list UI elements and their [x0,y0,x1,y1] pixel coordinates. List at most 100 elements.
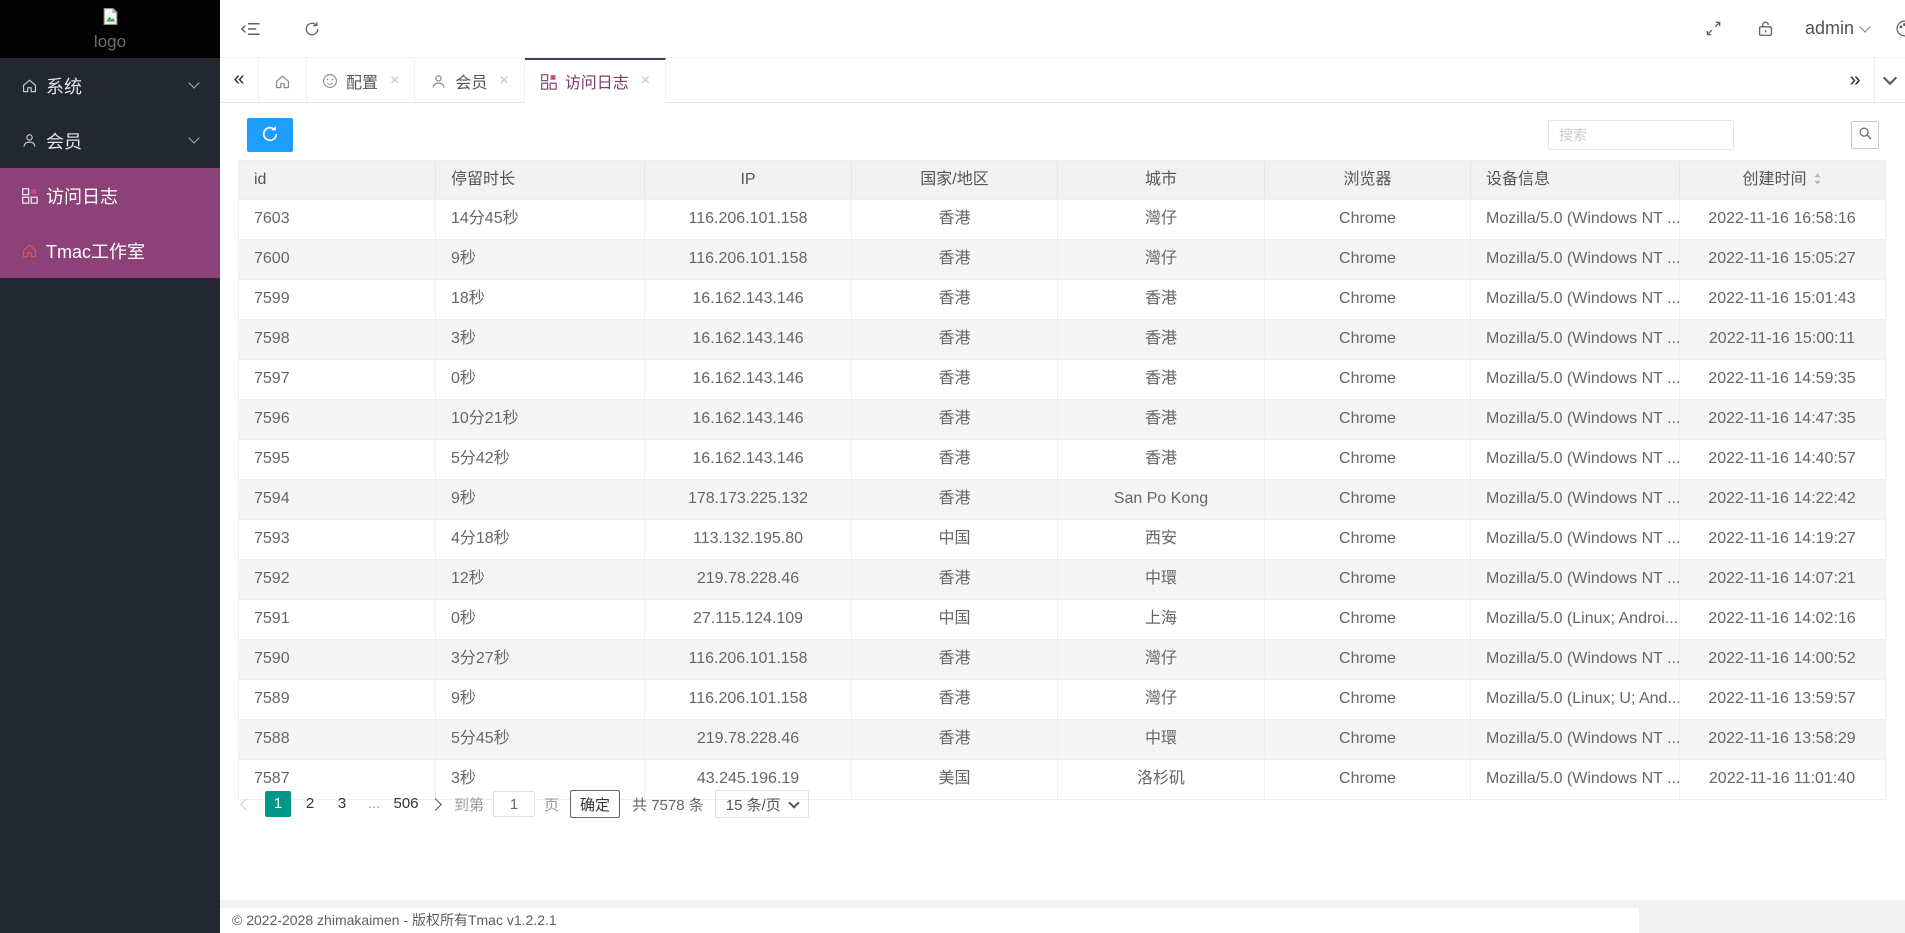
table-cell: 7593 [239,520,436,559]
refresh-icon [260,124,280,147]
search-input[interactable] [1548,120,1734,150]
goto-page-input[interactable] [493,791,535,817]
sidebar: logo 系统会员访问日志Tmac工作室 [0,0,220,933]
sort-icon[interactable] [1813,163,1822,199]
table-cell: 16.162.143.146 [645,320,852,359]
search-button[interactable] [1851,121,1879,149]
page-button-506[interactable]: 506 [393,791,419,817]
tab-label: 访问日志 [565,69,629,93]
table-row: 76009秒116.206.101.158香港灣仔ChromeMozilla/5… [239,239,1885,279]
per-page-value: 15 条/页 [726,794,781,815]
table-cell: 香港 [852,200,1058,239]
table-cell: 香港 [852,400,1058,439]
table-cell: Chrome [1265,480,1471,519]
lock-screen-icon[interactable] [1758,20,1773,37]
table-cell: Mozilla/5.0 (Windows NT ... [1471,560,1680,599]
table-cell: 7592 [239,560,436,599]
table-cell: 香港 [1058,360,1265,399]
table-cell: 7600 [239,240,436,279]
per-page-select[interactable]: 15 条/页 [715,790,809,818]
tabs-scroll-left[interactable]: « [220,58,258,102]
table-cell: 2022-11-16 15:01:43 [1680,280,1884,319]
table-cell: 香港 [852,680,1058,719]
table-cell: 香港 [852,480,1058,519]
table-cell: 2022-11-16 15:05:27 [1680,240,1884,279]
user-icon [430,73,447,90]
close-icon[interactable]: × [390,72,399,90]
close-icon[interactable]: × [499,72,508,90]
table-cell: Chrome [1265,360,1471,399]
table-cell: Chrome [1265,640,1471,679]
column-label: 国家/地区 [920,171,988,188]
user-menu[interactable]: admin [1805,18,1869,39]
sidebar-item-system[interactable]: 系统 [0,58,220,113]
sidebar-item-label: 访问日志 [46,183,118,209]
table-cell: 7591 [239,600,436,639]
table-header: id停留时长IP国家/地区城市浏览器设备信息创建时间 [239,161,1885,199]
tab-access-log[interactable]: 访问日志 × [525,58,666,102]
fullscreen-icon[interactable] [1705,20,1722,37]
table-cell: 9秒 [436,240,645,279]
table-cell: 113.132.195.80 [645,520,852,559]
table-cell: 7596 [239,400,436,439]
table-row: 759610分21秒16.162.143.146香港香港ChromeMozill… [239,399,1885,439]
table-cell: Mozilla/5.0 (Windows NT ... [1471,760,1680,799]
refresh-button[interactable] [247,118,293,152]
table-row: 75970秒16.162.143.146香港香港ChromeMozilla/5.… [239,359,1885,399]
column-header: 浏览器 [1265,161,1471,199]
tab-home[interactable] [258,58,307,102]
sidebar-item-tmac-studio[interactable]: Tmac工作室 [0,223,220,278]
column-label: 停留时长 [451,171,515,188]
sidebar-item-members[interactable]: 会员 [0,113,220,168]
next-page-icon[interactable] [429,798,442,811]
tab-config[interactable]: 配置 × [307,58,415,102]
tabs: 配置×会员×访问日志× [258,58,666,102]
prev-page-icon[interactable] [240,798,253,811]
table-cell: Mozilla/5.0 (Windows NT ... [1471,400,1680,439]
table-cell: 16.162.143.146 [645,400,852,439]
column-label: 浏览器 [1343,171,1391,188]
table-cell: 7590 [239,640,436,679]
page-button-1[interactable]: 1 [265,791,291,817]
reload-page-icon[interactable] [303,20,321,38]
table-row: 759212秒219.78.228.46香港中環ChromeMozilla/5.… [239,559,1885,599]
grid-icon [20,187,38,205]
collapse-sidebar-icon[interactable] [240,20,261,38]
column-header[interactable]: 创建时间 [1680,161,1884,199]
tab-members[interactable]: 会员× [415,58,524,102]
tabs-scroll-right[interactable]: » [1836,59,1874,102]
footer: © 2022-2028 zhimakaimen - 版权所有Tmac v1.2.… [220,908,1639,933]
chevron-down-icon [1859,21,1870,32]
page-ellipsis: ... [361,791,387,817]
table-row: 75934分18秒113.132.195.80中国西安ChromeMozilla… [239,519,1885,559]
table-body: 760314分45秒116.206.101.158香港灣仔ChromeMozil… [239,199,1885,799]
tab-label: 配置 [346,69,378,93]
chevron-down-icon [788,797,799,808]
table-cell: Chrome [1265,400,1471,439]
table-cell: 西安 [1058,520,1265,559]
close-icon[interactable]: × [641,72,650,90]
table-cell: Mozilla/5.0 (Windows NT ... [1471,480,1680,519]
table-cell: San Po Kong [1058,480,1265,519]
table-row: 75983秒16.162.143.146香港香港ChromeMozilla/5.… [239,319,1885,359]
theme-palette-icon[interactable] [1895,19,1905,38]
table-cell: 116.206.101.158 [645,680,852,719]
table-cell: 219.78.228.46 [645,720,852,759]
confirm-button[interactable]: 确定 [570,790,620,818]
table-cell: 116.206.101.158 [645,200,852,239]
tabs-more-menu[interactable] [1874,58,1905,102]
page-button-2[interactable]: 2 [297,791,323,817]
table-cell: 7588 [239,720,436,759]
total-count: 共 7578 条 [632,794,704,815]
table-cell: 灣仔 [1058,240,1265,279]
page-button-3[interactable]: 3 [329,791,355,817]
table-cell: Chrome [1265,560,1471,599]
table-cell: 2022-11-16 14:19:27 [1680,520,1884,559]
table-cell: Chrome [1265,600,1471,639]
table-cell: 219.78.228.46 [645,560,852,599]
table-cell: 18秒 [436,280,645,319]
table-cell: Chrome [1265,280,1471,319]
table-cell: 香港 [852,240,1058,279]
pagination: 123...506到第页确定共 7578 条15 条/页 [238,790,809,818]
sidebar-item-access-log[interactable]: 访问日志 [0,168,220,223]
